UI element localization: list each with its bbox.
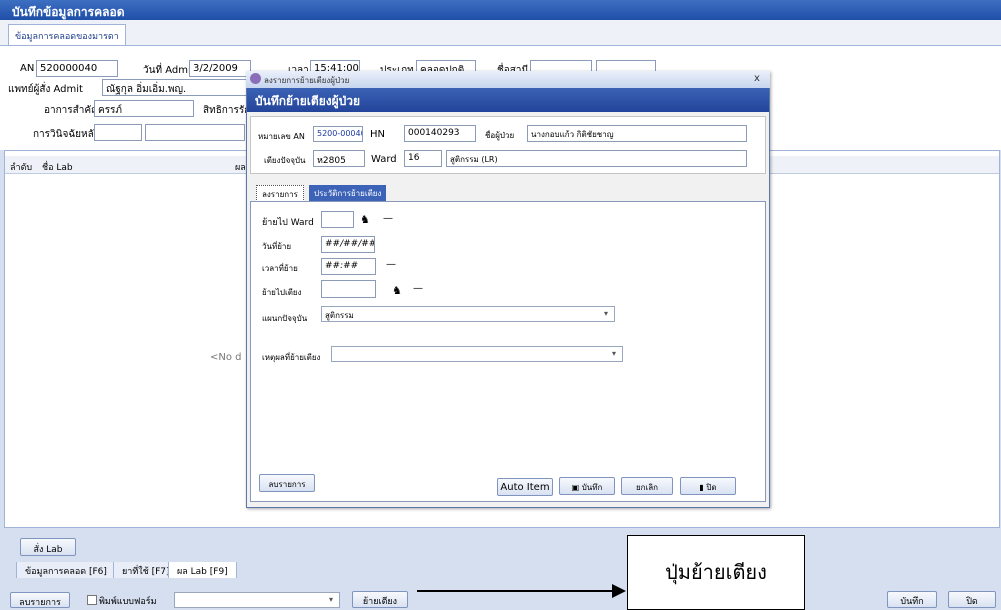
admit-date-field[interactable]: 3/2/2009 [189, 60, 251, 77]
window-title: บันทึกข้อมูลการคลอด [0, 0, 1001, 20]
form-select[interactable]: ▾ [174, 592, 340, 608]
dlg-ward-label: Ward [371, 154, 397, 165]
binoculars-icon[interactable]: ♞ [392, 284, 402, 297]
dialog-window-title: ลงรายการย้ายเตียงผู้ป่วย [246, 71, 770, 88]
top-tabstrip [0, 20, 1001, 46]
col-no-header: ลำดับ [10, 163, 33, 173]
move-ward-label: ย้ายไป Ward [262, 218, 314, 228]
move-ward-dash: — [383, 213, 393, 224]
dlg-bed-label: เตียงปัจจุบัน [264, 156, 306, 165]
move-time-field[interactable]: ##:## [321, 258, 376, 275]
symptom-label: อาการสำคัญ [44, 105, 100, 116]
close-button[interactable]: ปิด [948, 591, 996, 608]
move-bed-callout: ปุ่มย้ายเตียง [627, 535, 805, 610]
dlg-hn-field[interactable]: 000140293 [404, 125, 476, 142]
save-button[interactable]: บันทึก [887, 591, 937, 608]
tab-move-history[interactable]: ประวัติการย้ายเตียง [309, 185, 387, 202]
chevron-down-icon: ▾ [611, 349, 616, 358]
dlg-bed-field[interactable]: ห2805 [313, 150, 365, 167]
list-button[interactable]: ลบรายการ [10, 592, 70, 608]
chevron-down-icon: ▾ [328, 595, 333, 604]
move-bed-label: ย้ายไปเตียง [262, 288, 302, 297]
dlg-save-button[interactable]: ▣ บันทึก [559, 477, 615, 495]
reason-select[interactable]: ▾ [331, 346, 623, 362]
chevron-down-icon: ▾ [603, 309, 608, 318]
move-bed-dash: — [413, 283, 423, 294]
dlg-patient-field[interactable]: นางกอบแก้ว กิติชัยชาญ [527, 125, 747, 142]
diagnosis-label: การวินิจฉัยหลัก [33, 129, 100, 140]
dlg-patient-label: ชื่อผู้ป่วย [485, 131, 515, 140]
tab-delivery-info[interactable]: ข้อมูลการคลอด [F6] [16, 562, 116, 579]
move-time-label: เวลาที่ย้าย [262, 264, 298, 273]
doctor-label: แพทย์ผู้สั่ง Admit [8, 84, 83, 95]
dlg-close-button[interactable]: ▮ ปิด [680, 477, 736, 495]
auto-item-button[interactable]: Auto Item [497, 478, 553, 496]
binoculars-icon[interactable]: ♞ [360, 213, 370, 226]
arrowhead [612, 584, 626, 598]
dlg-cancel-button[interactable]: ยกเลิก [621, 477, 673, 495]
tab-entry[interactable]: ลงรายการ [256, 185, 304, 202]
order-lab-button[interactable]: สั่ง Lab [20, 538, 76, 556]
an-label: AN [20, 63, 35, 74]
tab-mother-delivery[interactable]: ข้อมูลการคลอดของมารดา [8, 24, 126, 45]
dlg-an-label: หมายเลข AN [258, 132, 305, 141]
arrow-right-icon [417, 590, 622, 592]
grid-empty-text: <No d [210, 352, 242, 363]
floppy-icon: ▣ [571, 483, 582, 492]
close-icon[interactable]: x [754, 73, 760, 84]
dlg-save-label: บันทึก [581, 483, 603, 492]
tab-lab-results[interactable]: ผล Lab [F9] [168, 562, 237, 579]
dept-select[interactable]: สูติกรรม ▾ [321, 306, 615, 322]
dlg-hn-label: HN [370, 129, 385, 140]
dept-select-value: สูติกรรม [325, 311, 354, 320]
move-date-label: วันที่ย้าย [262, 242, 292, 251]
dlg-ward-field[interactable]: 16 [404, 150, 442, 167]
move-date-field[interactable]: ##/##/## [321, 236, 375, 253]
dlg-ward-name-field[interactable]: สูติกรรม (LR) [446, 150, 747, 167]
print-form-label: พิมพ์แบบฟอร์ม [99, 597, 157, 607]
admit-date-label: วันที่ Admit [143, 65, 195, 76]
dept-label: แผนกปัจจุบัน [262, 314, 308, 323]
dlg-an-field[interactable]: 5200-00040 [313, 126, 363, 142]
reason-label: เหตุผลที่ย้ายเตียง [262, 353, 321, 362]
move-ward-field[interactable] [321, 211, 354, 228]
col-result-header: ผล [235, 163, 246, 173]
move-bed-button[interactable]: ย้ายเตียง [352, 591, 408, 608]
app-icon [250, 73, 261, 84]
symptom-field[interactable]: ครรภ์ [94, 100, 194, 117]
print-form-checkbox[interactable] [87, 595, 97, 605]
diagnosis-code-field[interactable] [94, 124, 142, 141]
dialog-banner: บันทึกย้ายเตียงผู้ป่วย [247, 88, 769, 112]
move-bed-field[interactable] [321, 280, 376, 298]
diagnosis-name-field[interactable] [145, 124, 245, 141]
doctor-field[interactable]: ณัฐกุล อิ่มเอิ่ม.พญ. [102, 79, 247, 96]
an-field[interactable]: 520000040 [36, 60, 118, 77]
col-name-header: ชื่อ Lab [42, 163, 73, 173]
move-time-dash: — [386, 259, 396, 270]
dlg-list-button[interactable]: ลบรายการ [259, 474, 315, 492]
dlg-close-label: ปิด [706, 483, 717, 492]
